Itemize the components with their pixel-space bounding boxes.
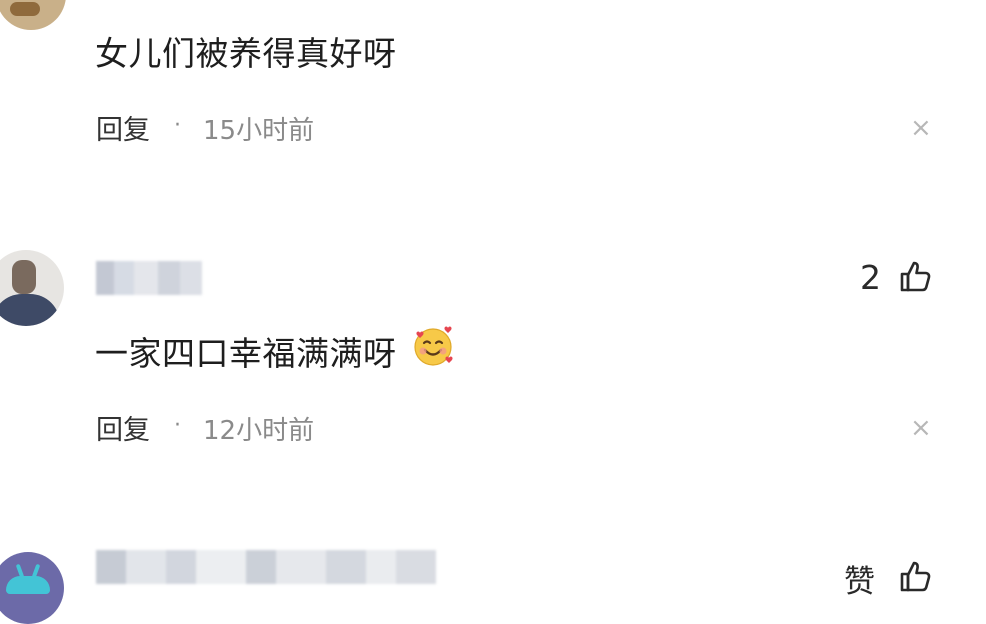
username-blurred[interactable] — [96, 550, 436, 584]
like-label[interactable]: 赞 — [844, 556, 875, 601]
close-icon[interactable]: × — [910, 413, 932, 443]
reply-button[interactable]: 回复 — [96, 108, 150, 147]
avatar[interactable] — [0, 250, 64, 326]
thumbs-up-icon[interactable] — [898, 258, 934, 294]
comment-text: 一家四口幸福满满呀 — [95, 334, 397, 373]
avatar[interactable] — [0, 552, 64, 624]
avatar[interactable] — [0, 0, 66, 30]
separator-dot: · — [174, 413, 181, 438]
timestamp: 12小时前 — [203, 416, 315, 446]
close-icon[interactable]: × — [910, 113, 932, 143]
like-count: 2 — [860, 258, 881, 297]
separator-dot: · — [174, 113, 181, 138]
username-blurred[interactable] — [96, 261, 202, 295]
thumbs-up-icon[interactable] — [898, 558, 934, 594]
comment-text: 女儿们被养得真好呀 — [95, 34, 397, 73]
reply-button[interactable]: 回复 — [96, 408, 150, 447]
smiling-face-with-hearts-icon — [412, 326, 454, 372]
timestamp: 15小时前 — [203, 116, 315, 146]
